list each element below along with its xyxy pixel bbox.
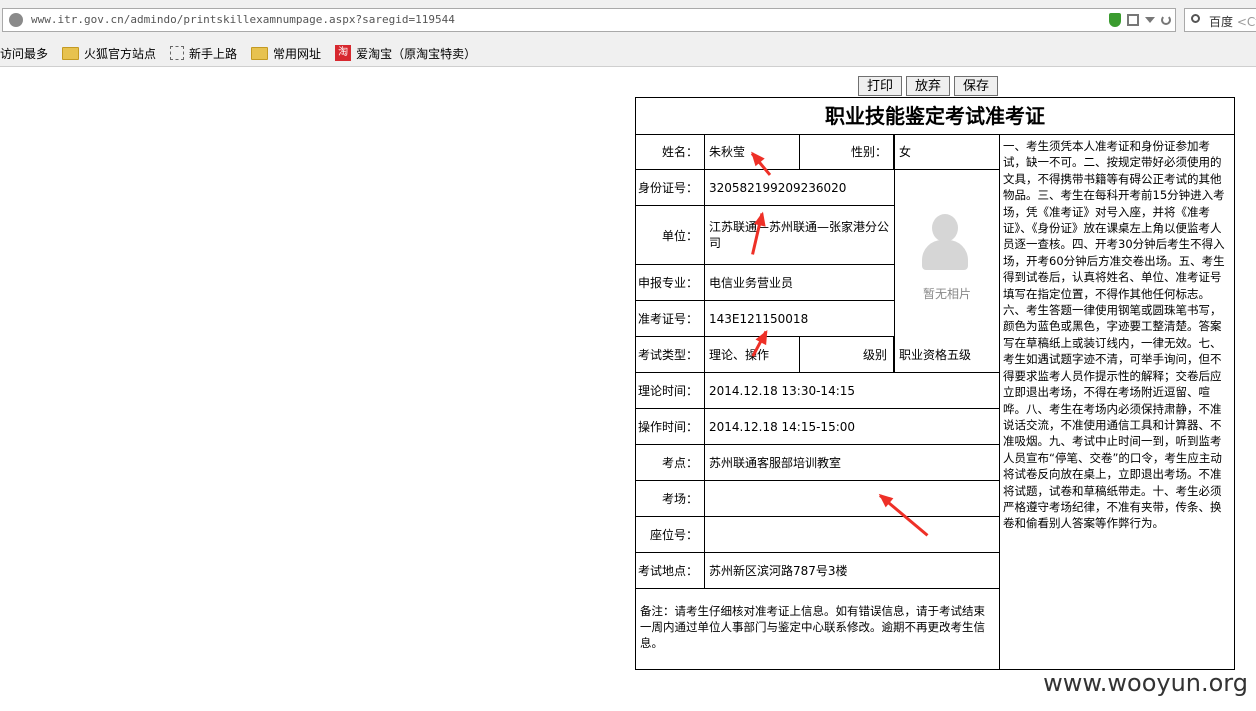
- row-exam-room: 考场：: [636, 481, 999, 517]
- row-exam-type: 考试类型： 理论、操作 级别 职业资格五级: [636, 337, 999, 373]
- label-id: 身份证号：: [636, 170, 705, 205]
- value-id: 320582199209236020: [709, 180, 847, 195]
- label-level: 级别: [800, 337, 894, 372]
- photo-text: 暂无相片: [922, 287, 971, 301]
- label-exam-site: 考点：: [636, 445, 705, 480]
- value-exam-address: 苏州新区滨河路787号3楼: [709, 564, 848, 578]
- bookmark-common-sites[interactable]: 常用网址: [251, 45, 321, 62]
- value-practice-time: 2014.12.18 14:15-15:00: [709, 419, 856, 434]
- search-box[interactable]: 百度 <Ct: [1184, 8, 1256, 32]
- bookmark-aitaobao[interactable]: 淘 爱淘宝（原淘宝特卖）: [335, 45, 476, 62]
- value-ticket-number: 143E121150018: [709, 311, 809, 326]
- bookmark-most-visited[interactable]: 访问最多: [0, 45, 48, 62]
- bookmarks-bar: 访问最多 火狐官方站点 新手上路 常用网址 淘 爱淘宝（原淘宝特卖）: [0, 40, 1256, 67]
- label-unit: 单位：: [636, 206, 705, 264]
- qr-code-icon[interactable]: [1127, 14, 1139, 26]
- bookmark-label: 爱淘宝（原淘宝特卖）: [356, 46, 477, 61]
- bookmark-label: 访问最多: [0, 46, 49, 61]
- row-exam-site: 考点： 苏州联通客服部培训教室: [636, 445, 999, 481]
- row-practice-time: 操作时间： 2014.12.18 14:15-15:00: [636, 409, 999, 445]
- value-level: 职业资格五级: [894, 337, 999, 372]
- shield-icon[interactable]: [1109, 13, 1121, 27]
- watermark: www.wooyun.org: [1043, 669, 1248, 697]
- ticket-fields: 姓名： 朱秋莹 性别： 女 身份证号： 320582199209236020 单…: [636, 134, 999, 669]
- exam-rules: 一、考生须凭本人准考证和身份证参加考试，缺一不可。二、按规定带好必须使用的文具，…: [999, 134, 1234, 669]
- row-theory-time: 理论时间： 2014.12.18 13:30-14:15: [636, 373, 999, 409]
- value-exam-site: 苏州联通客服部培训教室: [709, 456, 842, 470]
- label-exam-type: 考试类型：: [636, 337, 705, 372]
- avatar-body-icon: [922, 240, 968, 270]
- value-major: 电信业务营业员: [709, 276, 794, 290]
- row-seat: 座位号：: [636, 517, 999, 553]
- action-toolbar: 打印 放弃 保存: [858, 76, 999, 96]
- label-gender: 性别：: [800, 134, 894, 169]
- label-exam-room: 考场：: [636, 481, 705, 516]
- label-exam-address: 考试地点：: [636, 553, 705, 588]
- row-name: 姓名： 朱秋莹 性别： 女: [636, 134, 999, 170]
- bookmark-label: 火狐官方站点: [84, 46, 157, 61]
- label-major: 申报专业：: [636, 265, 705, 300]
- print-button[interactable]: 打印: [858, 76, 903, 96]
- search-hint: <Ct: [1236, 15, 1256, 29]
- row-exam-address: 考试地点： 苏州新区滨河路787号3楼: [636, 553, 999, 589]
- page-icon: [170, 46, 185, 60]
- label-name: 姓名：: [636, 134, 705, 169]
- row-major: 申报专业： 电信业务营业员: [636, 265, 894, 301]
- label-seat: 座位号：: [636, 517, 705, 552]
- bookmark-label: 常用网址: [273, 46, 322, 61]
- address-bar-icons: [1109, 11, 1171, 29]
- value-seat: [705, 517, 999, 552]
- dropdown-icon[interactable]: [1145, 17, 1155, 23]
- page-title: 职业技能鉴定考试准考证: [636, 98, 1234, 135]
- globe-icon: [9, 13, 23, 27]
- search-icon: [1191, 14, 1200, 23]
- label-ticket-number: 准考证号：: [636, 301, 705, 336]
- label-theory-time: 理论时间：: [636, 373, 705, 408]
- save-button[interactable]: 保存: [954, 76, 999, 96]
- value-exam-room: [705, 481, 999, 516]
- address-text[interactable]: www.itr.gov.cn/admindo/printskillexamnum…: [31, 13, 455, 26]
- browser-toolbar: www.itr.gov.cn/admindo/printskillexamnum…: [0, 0, 1256, 41]
- bookmark-firefox-site[interactable]: 火狐官方站点: [62, 45, 156, 62]
- folder-icon: [62, 46, 80, 60]
- value-unit: 江苏联通—苏州联通—张家港分公司: [709, 220, 890, 250]
- reload-icon[interactable]: [1161, 15, 1171, 25]
- bookmark-getting-started[interactable]: 新手上路: [170, 45, 237, 62]
- search-engine-label: 百度: [1209, 15, 1234, 29]
- bookmark-label: 新手上路: [189, 46, 238, 61]
- folder-icon: [251, 46, 269, 60]
- admission-ticket: 职业技能鉴定考试准考证 姓名： 朱秋莹 性别： 女 身份证号： 32058219…: [635, 97, 1235, 670]
- value-gender: 女: [894, 134, 999, 169]
- photo-placeholder: 暂无相片: [894, 170, 999, 337]
- value-theory-time: 2014.12.18 13:30-14:15: [709, 383, 856, 398]
- avatar-icon: [932, 214, 958, 242]
- label-practice-time: 操作时间：: [636, 409, 705, 444]
- row-id: 身份证号： 320582199209236020: [636, 170, 894, 206]
- taobao-icon: 淘: [335, 45, 352, 61]
- address-bar[interactable]: www.itr.gov.cn/admindo/printskillexamnum…: [2, 8, 1176, 32]
- note: 备注：请考生仔细核对准考证上信息。如有错误信息，请于考试结束一周内通过单位人事部…: [640, 604, 985, 650]
- discard-button[interactable]: 放弃: [906, 76, 951, 96]
